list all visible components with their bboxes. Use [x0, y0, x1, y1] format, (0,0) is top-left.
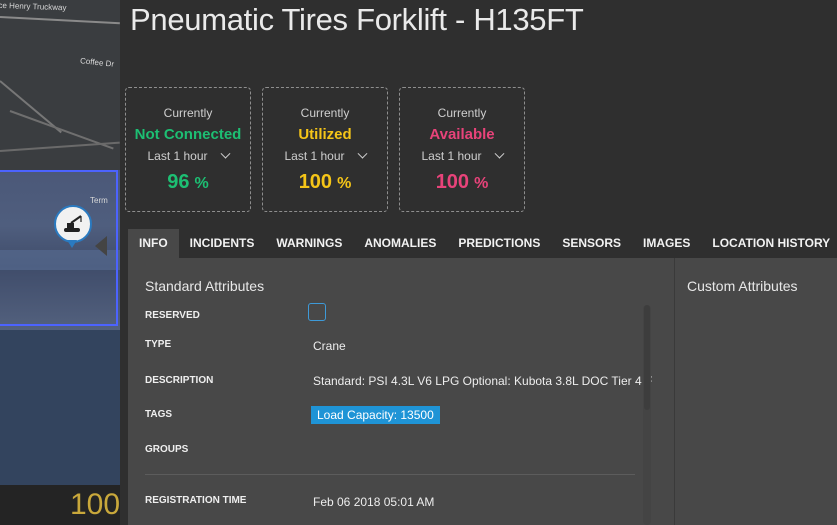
attribute-label: DESCRIPTION — [145, 375, 214, 386]
kpi-value-number: 100 — [298, 171, 333, 193]
kpi-value: 100% — [400, 171, 524, 194]
section-title: Standard Attributes — [145, 278, 265, 294]
attribute-label: GROUPS — [145, 444, 189, 455]
map-road-label: nce Henry Truckway — [0, 0, 67, 13]
page-title: Pneumatic Tires Forklift - H135FT — [130, 2, 584, 37]
attribute-value: Crane — [313, 339, 346, 353]
kpi-caption: Currently — [437, 106, 487, 120]
tab-warnings[interactable]: WARNINGS — [265, 229, 353, 258]
attribute-label: RESERVED — [145, 310, 200, 321]
chevron-down-icon — [357, 148, 367, 159]
asset-marker-tail — [67, 240, 77, 248]
kpi-state: Utilized — [298, 126, 352, 143]
kpi-card-availability: Currently Available Last 1 hour 100% — [399, 87, 525, 212]
kpi-card-connection: Currently Not Connected Last 1 hour 96% — [125, 87, 251, 212]
attribute-label: TAGS — [145, 409, 173, 420]
tab-sensors[interactable]: SENSORS — [551, 229, 632, 258]
map-water-area — [0, 330, 120, 485]
asset-detail-panel: Pneumatic Tires Forklift - H135FT Curren… — [95, 0, 837, 525]
tab-content: Standard Attributes RESERVED TYPE Crane … — [128, 258, 837, 525]
asset-marker[interactable] — [54, 205, 92, 243]
kpi-period-dropdown[interactable]: Last 1 hour — [400, 148, 524, 163]
map-road — [0, 141, 120, 152]
kpi-value-unit: % — [474, 175, 489, 192]
kpi-period-dropdown[interactable]: Last 1 hour — [126, 148, 250, 163]
crane-icon — [64, 215, 82, 232]
kpi-card-utilization: Currently Utilized Last 1 hour 100% — [262, 87, 388, 212]
kpi-period-label: Last 1 hour — [147, 149, 208, 163]
kpi-value-unit: % — [194, 175, 209, 192]
chevron-down-icon — [494, 148, 504, 159]
kpi-value: 96% — [126, 171, 250, 194]
standard-attributes-section[interactable]: Standard Attributes RESERVED TYPE Crane … — [128, 258, 673, 525]
tab-predictions[interactable]: PREDICTIONS — [447, 229, 551, 258]
kpi-value-number: 96 — [167, 171, 190, 193]
tab-incidents[interactable]: INCIDENTS — [179, 229, 266, 258]
kpi-value: 100% — [263, 171, 387, 194]
kpi-caption: Currently — [163, 106, 213, 120]
map-terminal-label: Term — [90, 196, 108, 205]
kpi-state: Available — [429, 126, 495, 143]
tab-bar: INFO INCIDENTS WARNINGS ANOMALIES PREDIC… — [128, 229, 837, 258]
kpi-period-label: Last 1 hour — [421, 149, 482, 163]
attribute-value: Feb 06 2018 05:01 AM — [313, 495, 435, 509]
kpi-value-number: 100 — [435, 171, 470, 193]
kpi-period-label: Last 1 hour — [284, 149, 345, 163]
tab-images[interactable]: IMAGES — [632, 229, 701, 258]
divider — [145, 474, 635, 475]
map-road — [0, 16, 120, 25]
map-overlay-number: 100 — [70, 488, 120, 521]
kpi-value-unit: % — [337, 175, 352, 192]
attribute-label: REGISTRATION TIME — [145, 495, 247, 506]
panel-pointer — [95, 236, 107, 256]
tab-anomalies[interactable]: ANOMALIES — [353, 229, 447, 258]
reserved-checkbox[interactable] — [308, 303, 326, 321]
tag-chip[interactable]: Load Capacity: 13500 — [311, 406, 440, 424]
chevron-down-icon — [220, 148, 230, 159]
custom-attributes-section: Custom Attributes — [674, 258, 837, 525]
attribute-value: Standard: PSI 4.3L V6 LPG Optional: Kubo… — [313, 374, 653, 388]
kpi-period-dropdown[interactable]: Last 1 hour — [263, 148, 387, 163]
tab-info[interactable]: INFO — [128, 229, 179, 258]
tab-location-history[interactable]: LOCATION HISTORY — [701, 229, 837, 258]
section-title: Custom Attributes — [687, 278, 798, 294]
map-road-label: Coffee Dr — [79, 56, 115, 69]
map-view[interactable]: nce Henry Truckway Coffee Dr Term 100 — [0, 0, 120, 525]
kpi-state: Not Connected — [134, 126, 242, 143]
kpi-caption: Currently — [300, 106, 350, 120]
attribute-label: TYPE — [145, 339, 172, 350]
scrollbar-thumb[interactable] — [644, 305, 650, 410]
